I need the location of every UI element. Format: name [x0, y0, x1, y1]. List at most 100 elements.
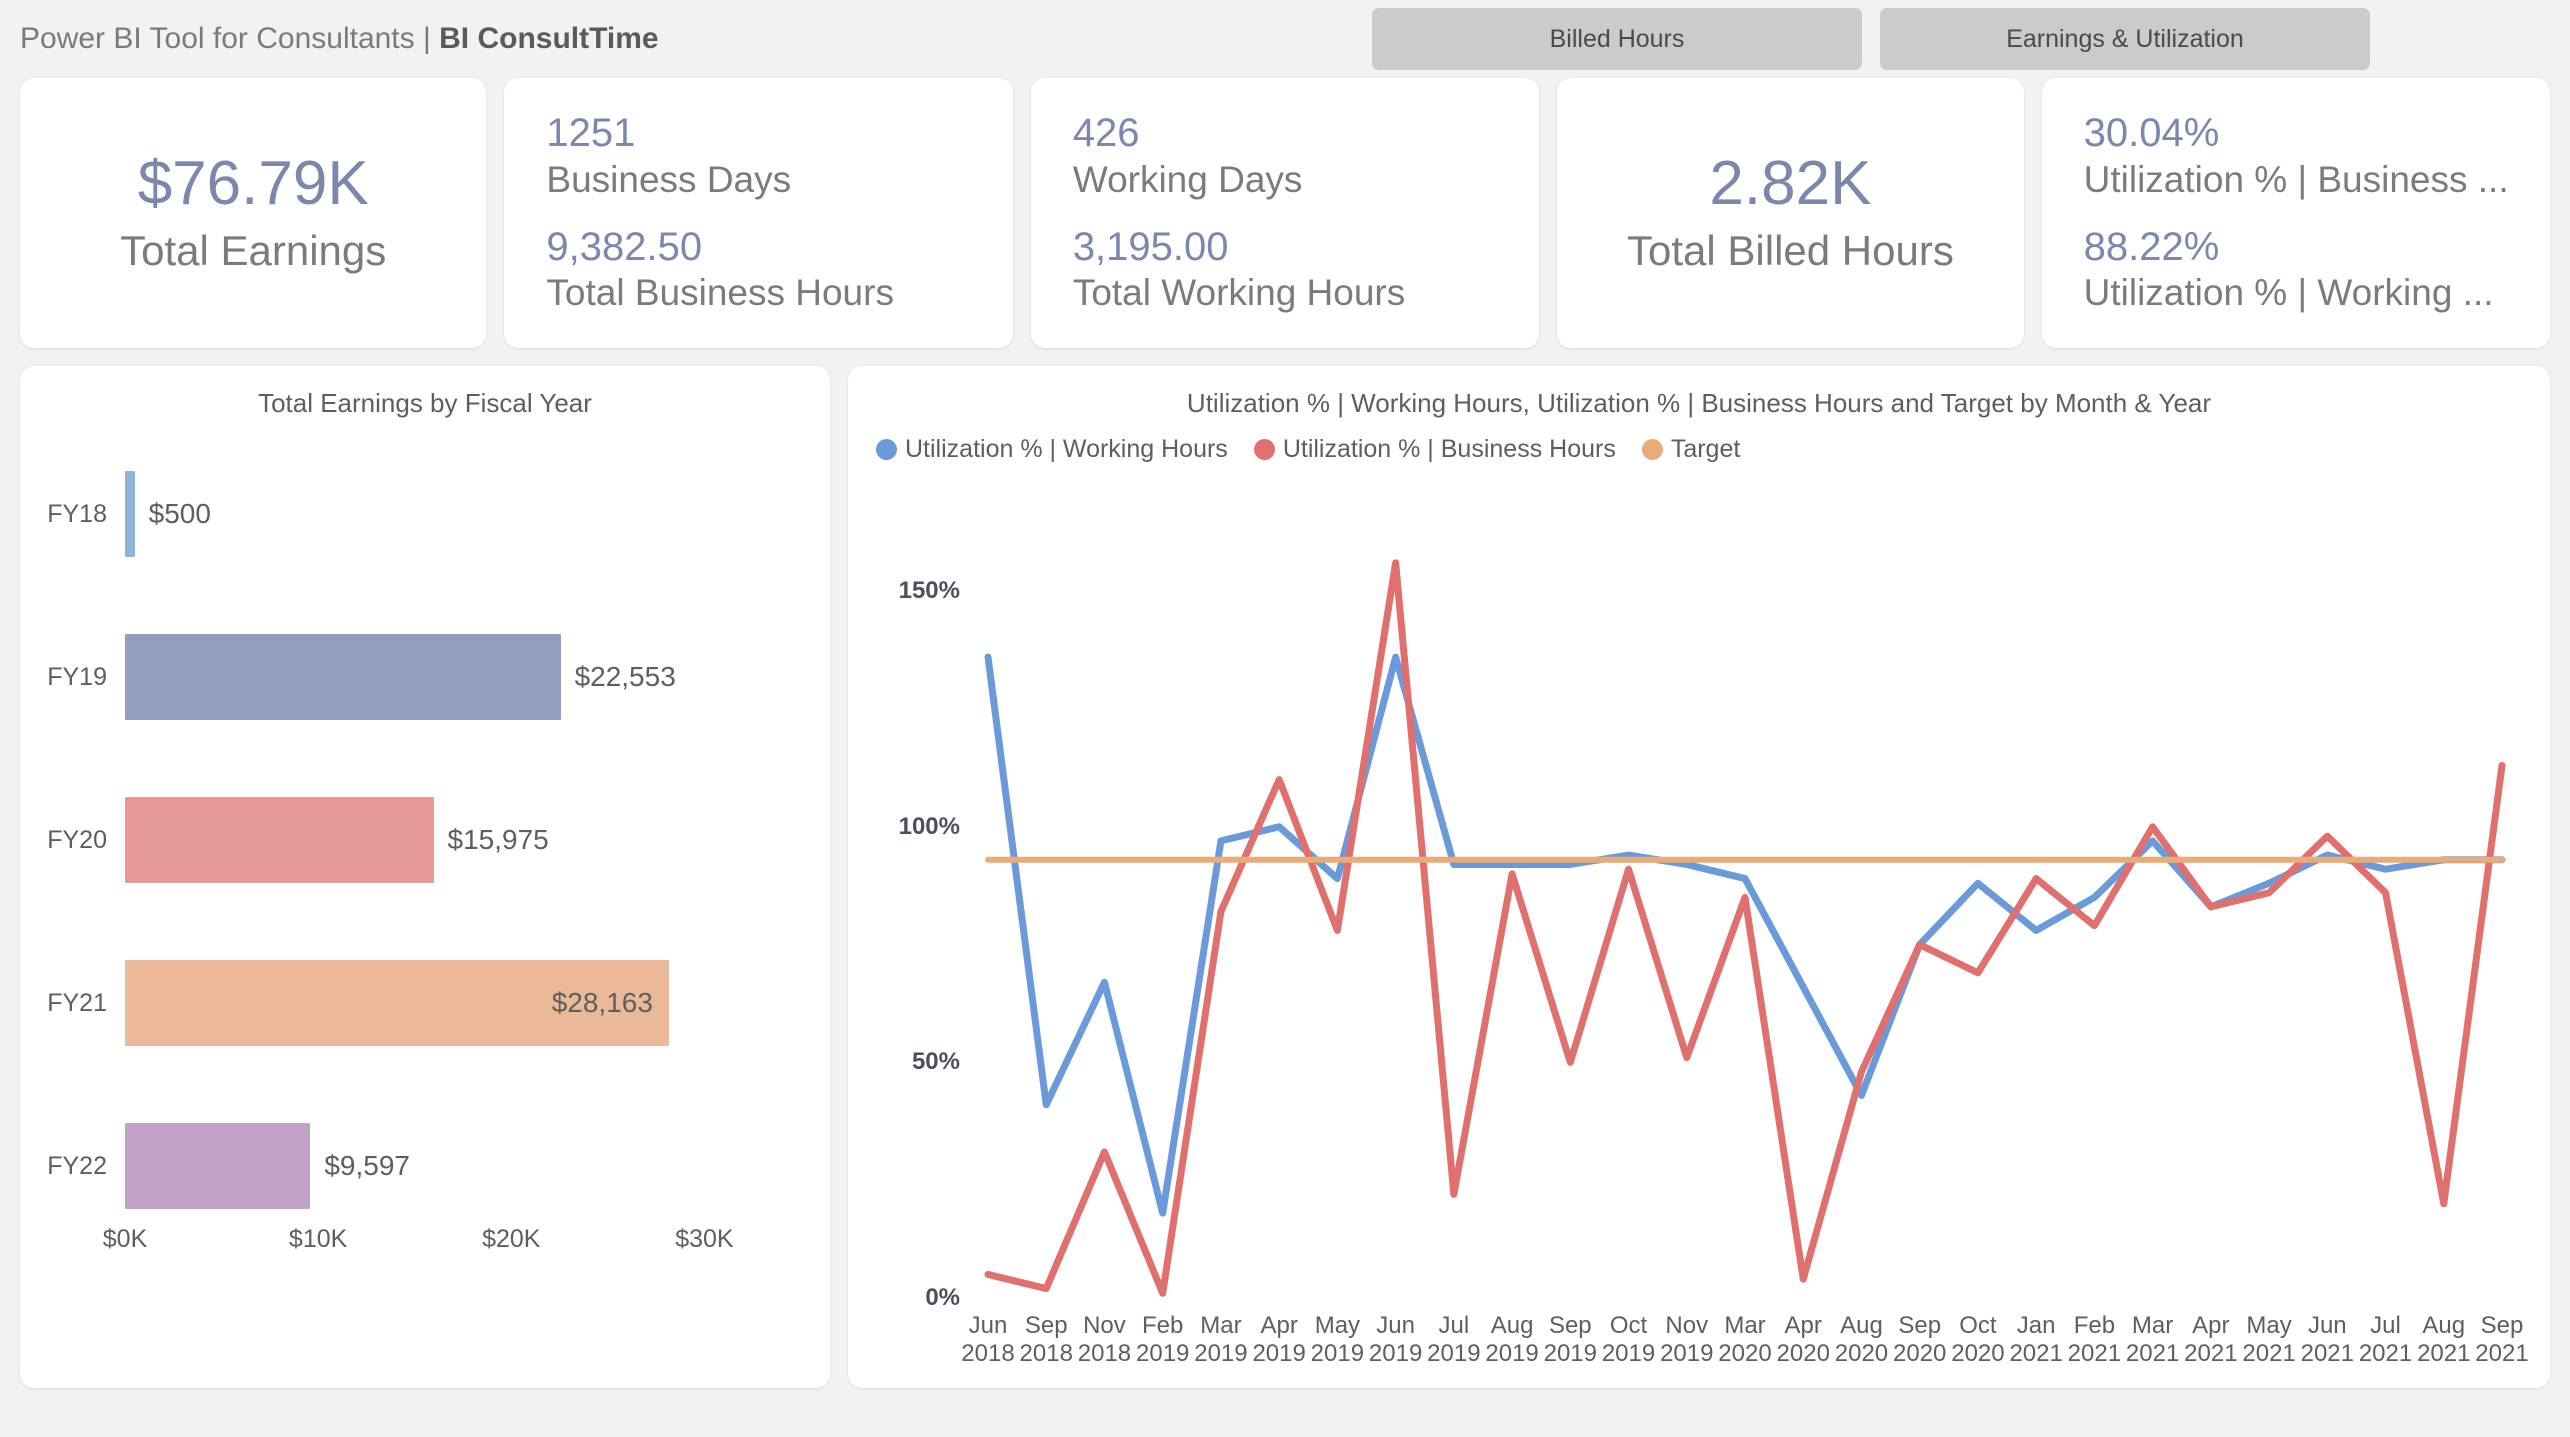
line-x-tick-label: Sep 2020 — [1892, 1312, 1947, 1368]
legend-item[interactable]: Utilization % | Business Hours — [1253, 435, 1616, 464]
line-y-tick-label: 0% — [925, 1284, 960, 1311]
bar-segment[interactable] — [125, 797, 434, 883]
line-x-tick-label: Mar 2020 — [1718, 1312, 1772, 1368]
line-x-tick-label: Aug 2021 — [2417, 1312, 2471, 1368]
kpi-total-working-hours-label: Total Working Hours — [1072, 272, 1406, 314]
line-chart-legend: Utilization % | Working Hours Utilization… — [848, 419, 2550, 464]
line-x-tick-label: Nov 2019 — [1660, 1312, 1714, 1368]
bar-category-label: FY22 — [47, 1151, 107, 1180]
bar-category-label: FY20 — [47, 825, 107, 854]
line-x-tick-label: Oct 2020 — [1951, 1312, 2005, 1368]
line-y-tick-label: 100% — [898, 812, 960, 840]
bar-chart-row[interactable]: FY18 $500 — [20, 471, 830, 557]
kpi-total-business-hours-label: Total Business Hours — [546, 272, 894, 314]
kpi-row: $76.79K Total Earnings 1251 Business Day… — [0, 78, 2570, 348]
bar-chart-plot-area: FY22 $9,597 FY21 $28,163 FY20 $15,975 FY19 $22,… — [20, 461, 830, 1261]
title-brand: BI ConsultTime — [439, 22, 659, 55]
line-series-path — [984, 559, 2506, 1297]
bar-chart-row[interactable]: FY19 $22,553 — [20, 634, 830, 720]
legend-label: Utilization % | Business Hours — [1282, 435, 1616, 463]
legend-color-dot — [1253, 439, 1275, 460]
line-x-tick-label: Apr 2019 — [1252, 1312, 1306, 1368]
line-x-tick-label: Aug 2020 — [1834, 1312, 1889, 1368]
line-x-tick-label: Jul 2021 — [2358, 1312, 2413, 1368]
kpi-card-working-days[interactable]: 426 Working Days 3,195.00 Total Working … — [1030, 78, 1540, 348]
bar-x-tick-label: $10K — [288, 1225, 348, 1253]
kpi-card-total-billed-hours[interactable]: 2.82K Total Billed Hours — [1557, 78, 2024, 348]
bar-chart-row[interactable]: FY20 $15,975 — [20, 797, 830, 883]
line-x-tick-label: Feb 2019 — [1135, 1312, 1190, 1368]
legend-item[interactable]: Utilization % | Working Hours — [876, 435, 1228, 464]
line-x-tick-label: Oct 2019 — [1601, 1312, 1656, 1368]
line-chart-plot-area: 0% 50% 100% 150% Jun 2018 Sep 2018 Nov 2018 Feb 201… — [848, 516, 2550, 1388]
line-x-tick-label: May 2021 — [2242, 1312, 2296, 1368]
bar-chart-row[interactable]: FY21 $28,163 — [20, 960, 830, 1046]
line-x-tick-label: Aug 2019 — [1485, 1312, 1539, 1368]
line-y-tick-label: 150% — [898, 577, 960, 605]
dashboard-root: Power BI Tool for Consultants | BI Consu… — [0, 0, 2570, 1437]
kpi-card-utilization[interactable]: 30.04% Utilization % | Business ... 88.2… — [2041, 78, 2551, 348]
bar-value-label: $500 — [148, 498, 211, 529]
line-x-tick-label: Nov 2018 — [1077, 1312, 1132, 1368]
line-x-tick-label: Jun 2019 — [1368, 1312, 1423, 1368]
bar-segment[interactable] — [125, 471, 135, 557]
line-x-tick-label: May 2019 — [1310, 1312, 1365, 1368]
kpi-card-total-earnings[interactable]: $76.79K Total Earnings — [20, 78, 487, 348]
line-chart-svg — [984, 559, 2506, 1297]
kpi-utilization-business-label: Utilization % | Business ... — [2083, 158, 2509, 200]
legend-item[interactable]: Target — [1641, 435, 1740, 464]
nav-button-billed-hours[interactable]: Billed Hours — [1372, 8, 1862, 70]
page-title: Power BI Tool for Consultants | BI Consu… — [20, 22, 659, 56]
bar-segment[interactable]: $28,163 — [125, 960, 669, 1046]
bar-segment[interactable] — [125, 634, 561, 720]
kpi-total-billed-hours-label: Total Billed Hours — [1627, 227, 1954, 275]
legend-label: Utilization % | Working Hours — [905, 435, 1228, 463]
nav-button-earnings-utilization[interactable]: Earnings & Utilization — [1880, 8, 2370, 70]
bar-value-label: $22,553 — [574, 661, 676, 692]
kpi-working-days-value: 426 — [1072, 111, 1140, 156]
line-x-tick-label: Mar 2019 — [1194, 1312, 1248, 1368]
line-x-tick-label: Jun 2021 — [2300, 1312, 2354, 1368]
bar-category-label: FY21 — [47, 988, 107, 1017]
line-x-tick-label: Apr 2021 — [2184, 1312, 2238, 1368]
kpi-card-business-days[interactable]: 1251 Business Days 9,382.50 Total Busine… — [504, 78, 1013, 348]
line-x-tick-label: Sep 2019 — [1543, 1312, 1597, 1368]
kpi-total-earnings-value: $76.79K — [137, 148, 369, 218]
bar-chart-panel[interactable]: Total Earnings by Fiscal Year FY22 $9,597… — [20, 366, 830, 1388]
bar-segment[interactable] — [125, 1123, 311, 1209]
bar-x-tick-label: $20K — [482, 1225, 541, 1253]
line-chart-panel[interactable]: Utilization % | Working Hours, Utilizati… — [848, 366, 2550, 1388]
kpi-utilization-working-label: Utilization % | Working ... — [2083, 272, 2494, 314]
bar-chart-x-axis: $0K $10K $20K $30K — [103, 1225, 792, 1265]
nav-buttons: Billed Hours Earnings & Utilization — [1372, 8, 2550, 70]
charts-row: Total Earnings by Fiscal Year FY22 $9,597… — [0, 348, 2570, 1388]
bar-chart-row[interactable]: FY22 $9,597 — [20, 1123, 830, 1209]
bar-chart-title: Total Earnings by Fiscal Year — [258, 388, 592, 418]
line-x-tick-label: Jan 2021 — [2009, 1312, 2063, 1368]
kpi-working-days-label: Working Days — [1072, 158, 1303, 200]
kpi-business-days-label: Business Days — [546, 158, 792, 200]
line-x-tick-label: Jun 2018 — [961, 1312, 1015, 1368]
line-y-tick-label: 50% — [911, 1048, 960, 1076]
title-separator: | — [414, 22, 440, 55]
bar-value-label: $15,975 — [447, 824, 549, 855]
legend-color-dot — [1641, 439, 1663, 460]
line-x-tick-label: Jul 2019 — [1427, 1312, 1481, 1368]
bar-category-label: FY18 — [47, 499, 107, 528]
page-header: Power BI Tool for Consultants | BI Consu… — [0, 0, 2570, 78]
kpi-total-earnings-label: Total Earnings — [120, 227, 387, 275]
kpi-utilization-working-value: 88.22% — [2083, 225, 2220, 269]
line-x-tick-label: Mar 2021 — [2125, 1312, 2180, 1368]
bar-x-tick-label: $0K — [102, 1225, 148, 1253]
bar-x-tick-label: $30K — [675, 1225, 734, 1253]
bar-value-label: $9,597 — [324, 1150, 410, 1181]
line-x-tick-label: Sep 2018 — [1019, 1312, 1073, 1368]
line-x-tick-label: Feb 2021 — [2067, 1312, 2122, 1368]
kpi-total-working-hours-value: 3,195.00 — [1072, 225, 1229, 269]
line-x-tick-label: Sep 2021 — [2475, 1312, 2529, 1368]
kpi-business-days-value: 1251 — [546, 111, 636, 156]
kpi-total-business-hours-value: 9,382.50 — [546, 225, 703, 269]
legend-color-dot — [876, 439, 897, 460]
bar-category-label: FY19 — [47, 662, 107, 691]
title-prefix: Power BI Tool for Consultants — [20, 22, 415, 55]
